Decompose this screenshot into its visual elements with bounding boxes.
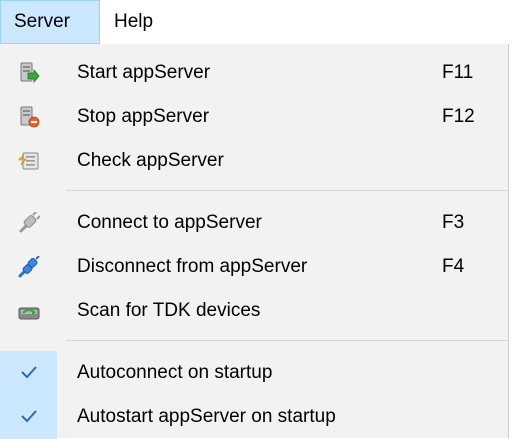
checkmark-icon [20,363,38,381]
server-dropdown-menu: Start appServer F11 Stop appServer F12 C… [0,44,509,439]
menu-item-scan-tdk-devices[interactable]: Scan for TDK devices [0,289,508,333]
scan-devices-icon [18,300,40,322]
menu-item-check-appserver[interactable]: Check appServer [0,139,508,183]
menu-separator [66,190,508,191]
menu-item-autoconnect-on-startup[interactable]: Autoconnect on startup [0,351,508,395]
plug-connect-icon [18,211,41,234]
menu-item-start-appserver[interactable]: Start appServer F11 [0,51,508,95]
menu-item-label: Disconnect from appServer [77,256,308,277]
server-start-icon [18,62,40,84]
menu-bar: Server Help [0,0,512,44]
server-stop-icon [18,106,40,128]
menu-item-label: Scan for TDK devices [77,300,261,321]
menu-item-label: Autostart appServer on startup [77,406,336,427]
shortcut-label: F11 [442,62,474,83]
menu-item-label: Connect to appServer [77,212,262,233]
menu-item-autostart-appserver-on-startup[interactable]: Autostart appServer on startup [0,395,508,439]
menu-server[interactable]: Server [0,0,100,44]
menu-item-connect-appserver[interactable]: Connect to appServer F3 [0,201,508,245]
shortcut-label: F12 [442,106,475,127]
menu-item-stop-appserver[interactable]: Stop appServer F12 [0,95,508,139]
menu-item-label: Autoconnect on startup [77,362,273,383]
menu-item-label: Stop appServer [77,106,210,127]
plug-disconnect-icon [18,255,40,278]
menu-separator [66,340,508,341]
shortcut-label: F3 [442,212,465,233]
menu-item-label: Start appServer [77,62,211,83]
server-check-icon [18,150,40,172]
checkmark-icon [20,407,38,425]
menu-item-label: Check appServer [77,150,224,171]
menu-help[interactable]: Help [100,0,170,44]
shortcut-label: F4 [442,256,465,277]
menu-item-disconnect-appserver[interactable]: Disconnect from appServer F4 [0,245,508,289]
